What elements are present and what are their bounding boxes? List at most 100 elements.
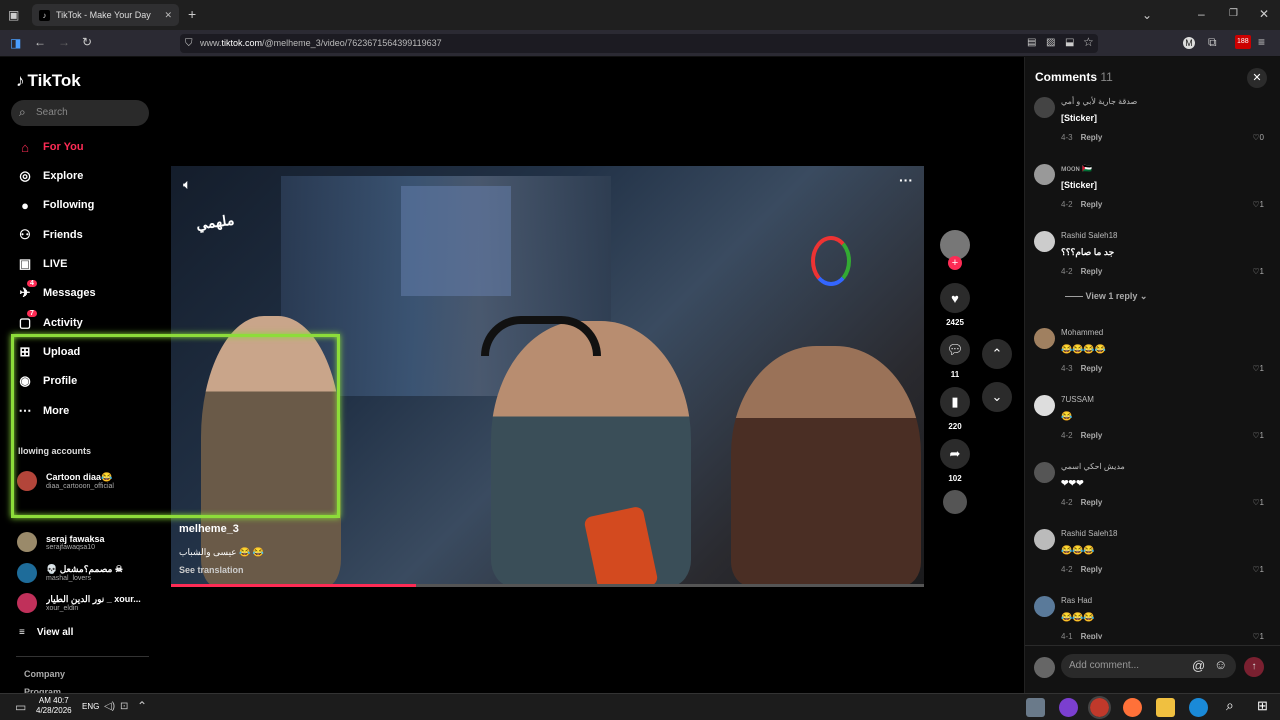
comment-username[interactable]: مديش احكي اسمي [1061,462,1125,471]
progress-track[interactable] [171,584,924,587]
sidebar-item-live[interactable]: ▣ LIVE [16,255,68,273]
next-video-button[interactable]: ⌄ [982,382,1012,412]
clock[interactable]: AM 40:7 4/28/2026 [36,696,72,716]
close-comments-icon[interactable]: ✕ [1247,68,1267,88]
bookmark-star-icon[interactable]: ☆ [1083,36,1094,48]
reload-icon[interactable]: ↻ [82,36,92,48]
sidebar-item-explore[interactable]: ◎ Explore [16,167,83,185]
following-account[interactable]: seraj fawaksa serajfawaqsa10 [17,532,142,552]
volume-icon[interactable]: 🔈︎ [183,176,191,193]
comment-username[interactable]: صدقة جارية لأبي و أمي [1061,97,1137,106]
reply-button[interactable]: Reply [1081,632,1103,639]
comment-like-button[interactable]: ♡1 [1252,632,1264,639]
comment-username[interactable]: 7USSAM [1061,395,1094,404]
address-bar[interactable]: ⛉ www.tiktok.com/@melheme_3/video/762367… [180,34,1098,53]
save-button[interactable]: ▮ 220 [938,387,972,431]
comment-like-button[interactable]: ♡1 [1252,498,1264,507]
file-explorer-icon[interactable] [1156,698,1175,717]
add-comment-input[interactable]: Add comment... @ ☺ [1061,654,1236,678]
sidebar-item-friends[interactable]: ⚇ Friends [16,226,83,244]
view-replies-button[interactable]: —— View 1 reply ⌄ [1065,291,1147,302]
reply-button[interactable]: Reply [1081,364,1103,373]
comment-like-button[interactable]: ♡1 [1252,364,1264,373]
extensions-icon[interactable]: ⧉ [1208,36,1217,48]
reply-button[interactable]: Reply [1081,565,1103,574]
author-avatar[interactable]: + [938,230,972,270]
picture-icon[interactable]: ▨ [1046,37,1055,49]
avatar[interactable] [1034,164,1055,185]
firefox-icon[interactable] [1123,698,1142,717]
app-icon-3[interactable] [1088,696,1111,719]
start-icon[interactable]: ⊞ [1257,699,1268,712]
previous-video-button[interactable]: ⌃ [982,339,1012,369]
back-icon[interactable]: ← [34,36,46,48]
chevron-down-icon[interactable]: ⌄ [1142,9,1152,21]
follow-plus-icon[interactable]: + [948,256,962,270]
emoji-icon[interactable]: ☺ [1214,657,1227,672]
sidebar-item-for-you[interactable]: ⌂ For You [16,138,83,156]
avatar[interactable] [1034,97,1055,118]
reply-button[interactable]: Reply [1081,431,1103,440]
search-icon[interactable]: ⌕ [1226,698,1234,712]
app-icon-2[interactable] [1059,698,1078,717]
comment-like-button[interactable]: ♡1 [1252,200,1264,209]
video-author[interactable]: melheme_3 [179,523,239,535]
edge-icon[interactable] [1189,698,1208,717]
notification-icon[interactable]: ▭ [15,701,26,713]
minimize-icon[interactable]: – [1198,8,1205,20]
reader-icon[interactable]: ▤ [1027,37,1036,49]
avatar[interactable] [1034,462,1055,483]
footer-company[interactable]: Company [24,669,65,679]
sound-disc[interactable] [938,490,972,514]
mention-icon[interactable]: @ [1192,658,1205,673]
comment-like-button[interactable]: ♡1 [1252,431,1264,440]
following-account[interactable]: 💀 مصمم؟مشعل ☠ mashal_lovers [17,563,142,583]
tab-list-icon[interactable]: ▣ [8,9,19,21]
menu-icon[interactable]: ≡ [1258,36,1265,48]
avatar[interactable] [1034,529,1055,550]
avatar[interactable] [1034,231,1055,252]
language-indicator[interactable]: ENG [82,702,99,711]
comment-username[interactable]: Rashid Saleh18 [1061,231,1117,240]
more-options-icon[interactable]: ··· [899,172,913,188]
comment-like-button[interactable]: ♡1 [1252,267,1264,276]
sidebar-item-activity[interactable]: ▢ 7 Activity [16,310,83,332]
sidebar-item-messages[interactable]: ✈ 4 Messages [16,280,96,302]
avatar[interactable] [1034,328,1055,349]
tiktok-logo[interactable]: ♪ TikTok [16,71,81,91]
app-icon-1[interactable] [1026,698,1045,717]
forward-icon[interactable]: → [58,36,70,48]
see-translation-link[interactable]: See translation [179,565,244,575]
search-input[interactable]: ⌕ Search [11,100,149,126]
comment-username[interactable]: Ras Had [1061,596,1092,605]
download-icon[interactable]: ⬓ [1065,37,1074,49]
comment-username[interactable]: Rashid Saleh18 [1061,529,1117,538]
sidebar-toggle-icon[interactable]: ◨ [10,37,21,49]
tray-chevron-icon[interactable]: ⌃ [137,700,147,712]
reply-button[interactable]: Reply [1081,498,1103,507]
reply-button[interactable]: Reply [1081,267,1103,276]
reply-button[interactable]: Reply [1081,133,1103,142]
comment-username[interactable]: ᴍᴏᴏɴ 🇵🇸 [1061,164,1092,173]
reply-button[interactable]: Reply [1081,200,1103,209]
avatar[interactable] [1034,395,1055,416]
comment-username[interactable]: Mohammed [1061,328,1103,337]
comment-like-button[interactable]: ♡1 [1252,565,1264,574]
view-all-link[interactable]: ≡ View all [19,627,73,638]
network-icon[interactable]: ⊡ [120,701,128,713]
close-tab-icon[interactable]: ✕ [164,10,172,21]
site-info-icon[interactable]: ⛉ [185,38,193,50]
browser-tab[interactable]: ♪ TikTok - Make Your Day ✕ [32,4,179,26]
post-comment-button[interactable]: ↑ [1244,657,1264,677]
like-button[interactable]: ♥ 2425 [938,283,972,327]
new-tab-icon[interactable]: + [188,7,196,21]
extension-badge[interactable]: 188 [1235,35,1251,49]
comment-like-button[interactable]: ♡0 [1252,133,1264,142]
comment-button[interactable]: 💬︎ 11 [938,335,972,379]
avatar[interactable] [1034,596,1055,617]
following-account[interactable]: نور الدين الطيار _ xour... xour_eldin [17,593,142,613]
close-window-icon[interactable]: ✕ [1259,8,1269,20]
sidebar-item-following[interactable]: ● Following [16,196,94,214]
account-icon[interactable]: M [1183,37,1195,49]
share-button[interactable]: ➦ 102 [938,439,972,483]
